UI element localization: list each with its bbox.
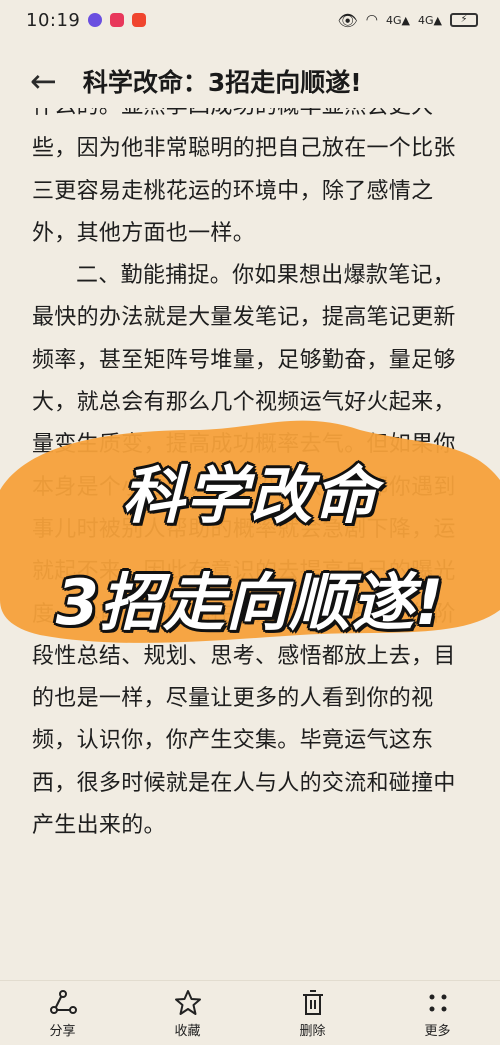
article-paragraph: 二、勤能捕捉。你如果想出爆款笔记，最快的办法就是大量发笔记，提高笔记更新频率，甚… xyxy=(32,263,456,839)
notification-app-icon xyxy=(88,13,103,27)
status-time: 10:19 xyxy=(26,9,81,31)
delete-label: 删除 xyxy=(299,1023,326,1039)
battery-icon: ⚡ xyxy=(450,13,478,27)
delete-button[interactable]: 删除 xyxy=(268,988,358,1039)
more-dots-icon xyxy=(423,988,453,1018)
article-content[interactable]: 什么的。显然李四成功的概率显然会更大一些，因为他非常聪明的把自己放在一个比张三更… xyxy=(32,108,464,980)
star-icon xyxy=(173,988,203,1018)
notification-app-icon xyxy=(132,13,147,27)
status-left: 10:19 xyxy=(26,9,147,31)
more-label: 更多 xyxy=(424,1023,451,1039)
header: ← 科学改命：3招走向顺遂! xyxy=(0,52,500,110)
share-icon xyxy=(48,988,78,1018)
article-paragraph: 什么的。显然李四成功的概率显然会更大一些，因为他非常聪明的把自己放在一个比张三更… xyxy=(32,108,456,246)
status-right: 👁 ◠ 4G▲ 4G▲ ⚡ xyxy=(337,11,478,30)
signal-icon: 4G▲ xyxy=(386,13,410,27)
signal-2-label: 4G xyxy=(418,13,434,27)
page-title: 科学改命：3招走向顺遂! xyxy=(82,68,362,97)
signal-icon: 4G▲ xyxy=(418,13,442,27)
share-label: 分享 xyxy=(49,1023,76,1039)
share-button[interactable]: 分享 xyxy=(18,988,108,1039)
wifi-icon: ◠ xyxy=(365,12,378,28)
eye-icon: 👁 xyxy=(337,10,358,30)
trash-icon xyxy=(298,988,328,1018)
favorite-button[interactable]: 收藏 xyxy=(143,988,233,1039)
notification-app-icon xyxy=(110,13,125,27)
more-button[interactable]: 更多 xyxy=(393,988,483,1039)
back-arrow-icon[interactable]: ← xyxy=(30,65,57,97)
signal-1-label: 4G xyxy=(386,13,402,27)
bottom-action-bar: 分享 收藏 删除 更多 xyxy=(0,980,500,1045)
status-bar: 10:19 👁 ◠ 4G▲ 4G▲ ⚡ xyxy=(0,0,500,40)
favorite-label: 收藏 xyxy=(174,1023,201,1039)
